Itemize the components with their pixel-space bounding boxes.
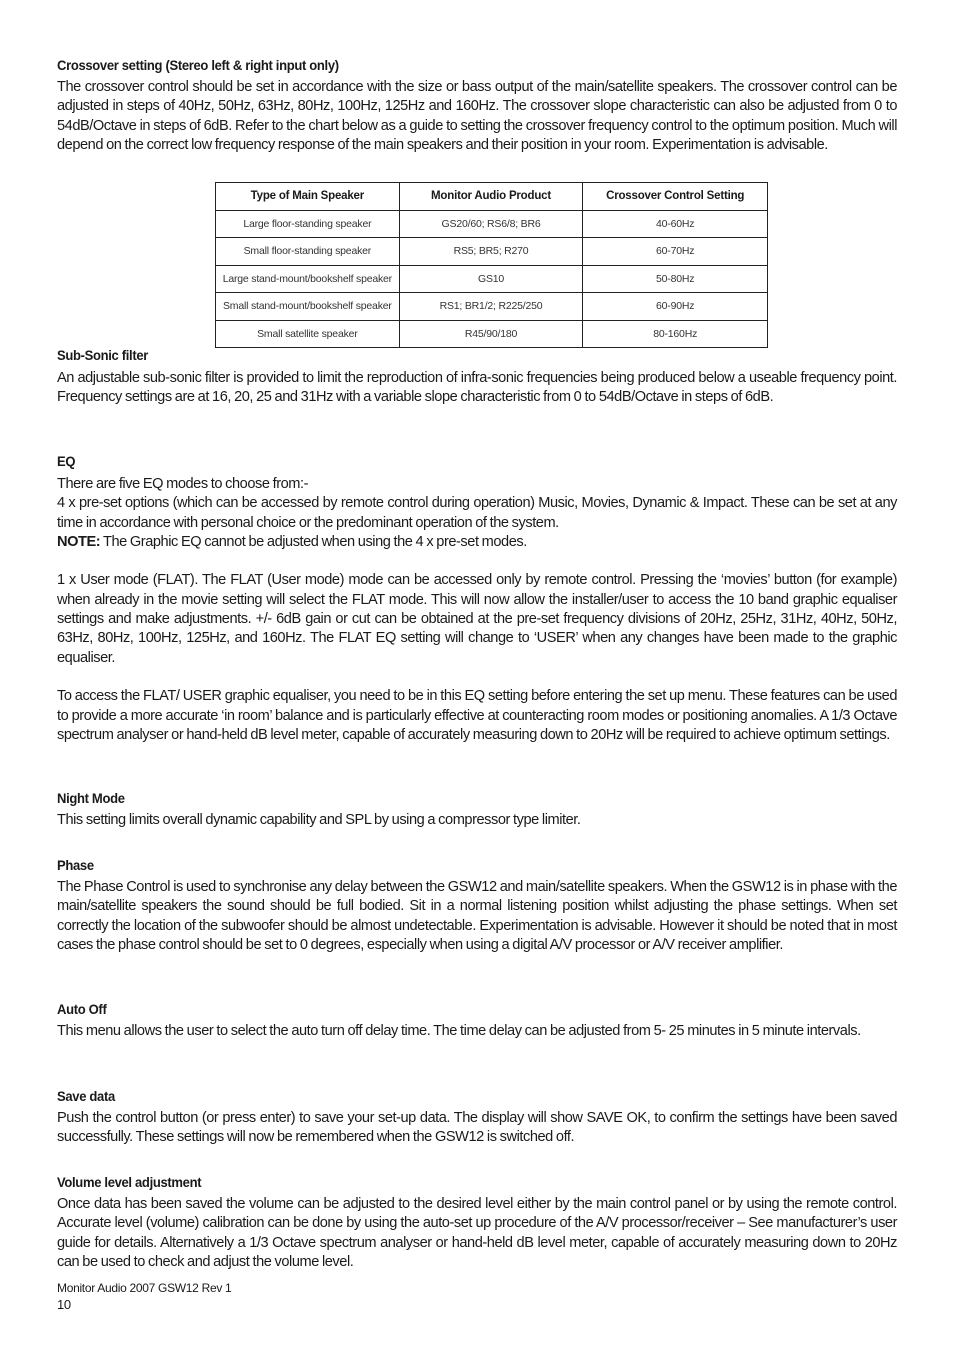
setting-cell: 60-70Hz bbox=[582, 237, 768, 266]
note-text: The Graphic EQ cannot be adjusted when u… bbox=[100, 533, 527, 550]
section-heading: Auto Off bbox=[57, 1001, 107, 1017]
section-body: The Phase Control is used to synchronise… bbox=[57, 879, 897, 953]
speaker-type-cell: Small satellite speaker bbox=[215, 319, 400, 348]
footer-doc-info: Monitor Audio 2007 GSW12 Rev 1 bbox=[57, 1281, 232, 1295]
table-row: Small satellite speaker R45/90/180 80-16… bbox=[215, 319, 768, 348]
column-header: Monitor Audio Product bbox=[398, 182, 584, 211]
column-header: Crossover Control Setting bbox=[582, 182, 768, 211]
table-header-row: Type of Main Speaker Monitor Audio Produ… bbox=[215, 182, 768, 211]
product-cell: GS20/60; RS6/8; BR6 bbox=[398, 209, 584, 238]
eq-presets: 4 x pre-set options (which can be access… bbox=[57, 495, 897, 531]
section-body: Once data has been saved the volume can … bbox=[57, 1196, 897, 1270]
section-body: This setting limits overall dynamic capa… bbox=[57, 812, 581, 828]
section-body: An adjustable sub-sonic filter is provid… bbox=[57, 370, 897, 406]
note-label: NOTE: bbox=[57, 533, 101, 550]
eq-intro: There are five EQ modes to choose from:- bbox=[57, 476, 309, 492]
table-row: Small floor-standing speaker RS5; BR5; R… bbox=[215, 237, 768, 266]
section-body: Push the control button (or press enter)… bbox=[57, 1110, 897, 1146]
product-cell: R45/90/180 bbox=[398, 319, 584, 348]
section-crossover: Crossover setting (Stereo left & right i… bbox=[57, 56, 897, 155]
table-row: Small stand-mount/bookshelf speaker RS1;… bbox=[215, 292, 768, 321]
product-cell: RS5; BR5; R270 bbox=[398, 237, 584, 266]
crossover-table: Type of Main Speaker Monitor Audio Produ… bbox=[215, 182, 768, 348]
section-volume: Volume level adjustment Once data has be… bbox=[57, 1173, 897, 1272]
setting-cell: 40-60Hz bbox=[582, 209, 768, 238]
section-body: This menu allows the user to select the … bbox=[57, 1023, 861, 1039]
section-auto-off: Auto Off This menu allows the user to se… bbox=[57, 1000, 897, 1041]
section-phase: Phase The Phase Control is used to synch… bbox=[57, 856, 897, 955]
table-row: Large floor-standing speaker GS20/60; RS… bbox=[215, 209, 768, 238]
speaker-type-cell: Small stand-mount/bookshelf speaker bbox=[215, 292, 400, 321]
page-number: 10 bbox=[57, 1297, 71, 1312]
section-heading: Volume level adjustment bbox=[57, 1174, 202, 1190]
eq-note: NOTE: The Graphic EQ cannot be adjusted … bbox=[57, 533, 897, 552]
setting-cell: 80-160Hz bbox=[582, 319, 768, 348]
section-heading: Crossover setting (Stereo left & right i… bbox=[57, 57, 339, 73]
section-heading: Save data bbox=[57, 1088, 115, 1104]
setting-cell: 60-90Hz bbox=[582, 292, 768, 321]
section-eq: EQ There are five EQ modes to choose fro… bbox=[57, 452, 897, 745]
eq-user-mode: 1 x User mode (FLAT). The FLAT (User mod… bbox=[57, 572, 897, 666]
column-header: Type of Main Speaker bbox=[215, 182, 400, 211]
section-heading: EQ bbox=[57, 453, 76, 469]
section-save-data: Save data Push the control button (or pr… bbox=[57, 1087, 897, 1148]
section-heading: Phase bbox=[57, 857, 94, 873]
section-subsonic: Sub-Sonic filter An adjustable sub-sonic… bbox=[57, 346, 897, 408]
section-night-mode: Night Mode This setting limits overall d… bbox=[57, 789, 897, 830]
section-heading: Night Mode bbox=[57, 790, 125, 806]
speaker-type-cell: Large stand-mount/bookshelf speaker bbox=[215, 264, 400, 293]
speaker-type-cell: Small floor-standing speaker bbox=[215, 237, 400, 266]
section-heading: Sub-Sonic filter bbox=[57, 347, 149, 363]
product-cell: GS10 bbox=[398, 264, 584, 293]
section-body: The crossover control should be set in a… bbox=[57, 79, 897, 153]
table-row: Large stand-mount/bookshelf speaker GS10… bbox=[215, 264, 768, 293]
eq-access: To access the FLAT/ USER graphic equalis… bbox=[57, 688, 897, 743]
product-cell: RS1; BR1/2; R225/250 bbox=[398, 292, 584, 321]
speaker-type-cell: Large floor-standing speaker bbox=[215, 209, 400, 238]
setting-cell: 50-80Hz bbox=[582, 264, 768, 293]
